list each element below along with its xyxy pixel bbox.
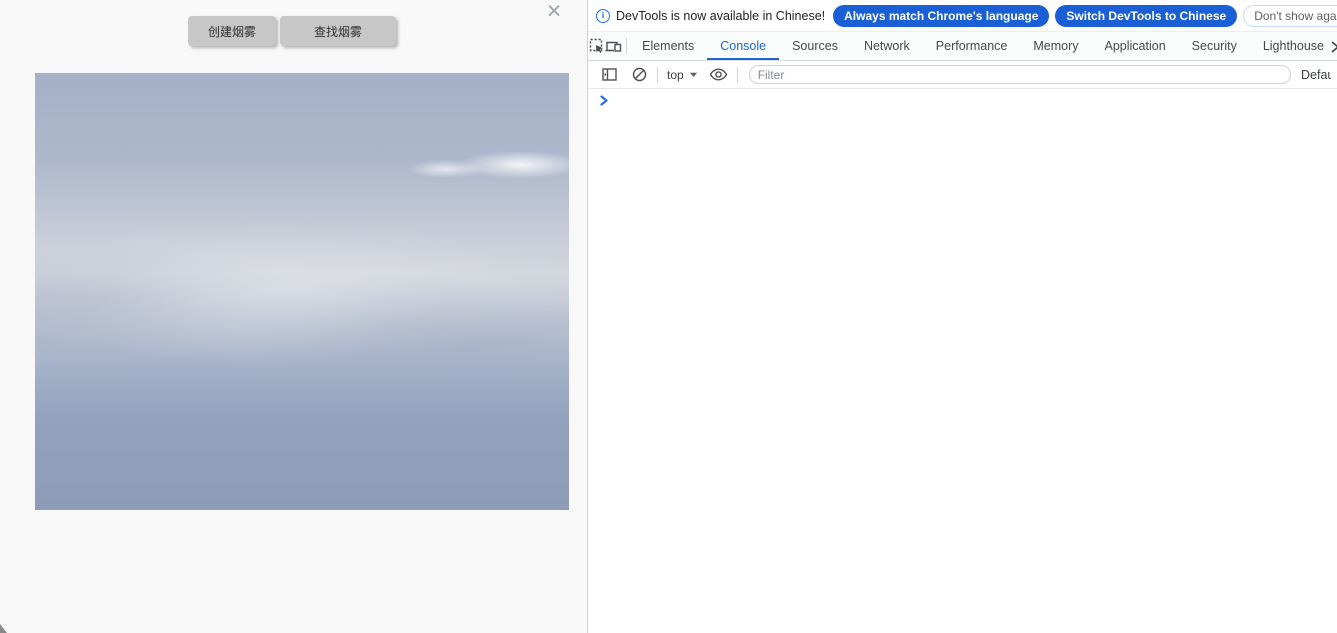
find-smoke-button[interactable]: 查找烟雾 [280,16,396,46]
switch-devtools-chinese-button[interactable]: Switch DevTools to Chinese [1055,5,1237,27]
filter-input[interactable] [749,65,1291,84]
close-icon[interactable]: × [541,0,567,25]
devtools-tabbar: Elements Console Sources Network Perform… [588,31,1337,61]
devtools-language-infobar: i DevTools is now available in Chinese! … [588,0,1337,31]
tab-memory[interactable]: Memory [1020,32,1091,60]
console-prompt-icon [599,95,610,106]
devtools-panel: i DevTools is now available in Chinese! … [587,0,1337,633]
context-label: top [667,68,684,82]
clear-console-icon[interactable] [624,67,654,82]
tab-application[interactable]: Application [1092,32,1179,60]
console-prompt[interactable] [588,89,1337,106]
tab-network[interactable]: Network [851,32,923,60]
toolbar-divider [737,67,738,83]
default-levels-dropdown[interactable]: Default levels [1301,68,1331,82]
toolbar-divider [657,67,658,83]
more-tabs-icon[interactable] [1328,40,1337,54]
chevron-down-icon [689,72,698,78]
scene-canvas[interactable] [35,73,569,510]
tab-lighthouse[interactable]: Lighthouse [1250,32,1337,60]
web-page-panel: 创建烟雾 查找烟雾 × [0,0,587,633]
tab-console[interactable]: Console [707,32,779,60]
console-sidebar-icon[interactable] [594,68,624,81]
console-messages-area[interactable] [588,89,1337,633]
mouse-cursor [0,624,7,633]
create-smoke-button[interactable]: 创建烟雾 [188,16,276,46]
always-match-language-button[interactable]: Always match Chrome's language [833,5,1049,27]
inspect-element-icon[interactable] [588,32,605,60]
tab-sources[interactable]: Sources [779,32,851,60]
tab-elements[interactable]: Elements [629,32,707,60]
toolbar-divider [626,38,627,54]
dont-show-again-button[interactable]: Don't show again [1243,5,1337,27]
live-expression-eye-icon[interactable] [704,68,734,81]
info-icon: i [596,9,610,23]
tab-security[interactable]: Security [1179,32,1250,60]
javascript-context-dropdown[interactable]: top [661,68,704,82]
infobar-message: DevTools is now available in Chinese! [616,9,825,23]
console-toolbar: top Default levels [588,61,1337,89]
tab-performance[interactable]: Performance [923,32,1021,60]
browser-window: 创建烟雾 查找烟雾 × i DevTools is now available … [0,0,1337,633]
device-toolbar-icon[interactable] [605,32,622,60]
